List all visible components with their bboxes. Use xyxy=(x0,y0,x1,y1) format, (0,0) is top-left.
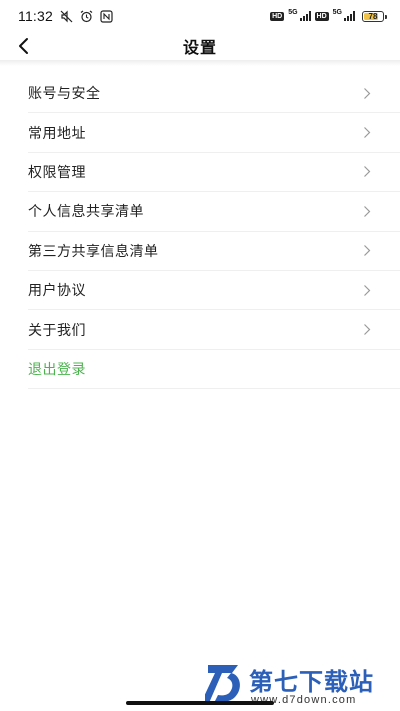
back-button[interactable] xyxy=(12,34,36,58)
logout-button[interactable]: 退出登录 xyxy=(28,350,400,390)
hd-badge: HD xyxy=(270,11,285,21)
status-bar: 11:32 HD 5G HD 5G 78 xyxy=(0,0,400,32)
chevron-right-icon xyxy=(362,244,372,258)
settings-list: 账号与安全 常用地址 权限管理 个人信息共享清单 第三方共享信息清单 用户协议 … xyxy=(28,74,400,390)
settings-item-personal-info-list[interactable]: 个人信息共享清单 xyxy=(28,192,400,232)
settings-item-label: 用户协议 xyxy=(28,283,86,300)
network-label: 5G xyxy=(288,8,298,16)
settings-item-about-us[interactable]: 关于我们 xyxy=(28,310,400,350)
battery-icon: 78 xyxy=(362,10,387,22)
chevron-left-icon xyxy=(19,38,28,54)
nav-bar: 设置 xyxy=(0,32,400,60)
chevron-right-icon xyxy=(362,204,372,218)
chevron-right-icon xyxy=(362,165,372,179)
alarm-icon xyxy=(79,9,93,23)
signal-icon xyxy=(299,11,311,21)
home-indicator[interactable] xyxy=(126,701,274,705)
chevron-right-icon xyxy=(362,323,372,337)
settings-item-label: 关于我们 xyxy=(28,322,86,339)
settings-item-label: 第三方共享信息清单 xyxy=(28,243,159,260)
nfc-icon xyxy=(99,9,113,23)
settings-item-common-address[interactable]: 常用地址 xyxy=(28,113,400,153)
page-title: 设置 xyxy=(182,38,217,57)
status-right: HD 5G HD 5G 78 xyxy=(270,8,387,22)
nav-divider xyxy=(0,60,400,66)
d7-logo-icon xyxy=(205,665,240,703)
settings-item-label: 账号与安全 xyxy=(28,86,101,103)
muted-icon xyxy=(59,9,73,23)
logout-label: 退出登录 xyxy=(28,361,86,378)
status-left: 11:32 xyxy=(18,8,113,24)
settings-item-account-security[interactable]: 账号与安全 xyxy=(28,74,400,114)
chevron-right-icon xyxy=(362,126,372,140)
status-time: 11:32 xyxy=(18,8,53,24)
settings-item-third-party-list[interactable]: 第三方共享信息清单 xyxy=(28,232,400,271)
watermark-title: 第七下载站 xyxy=(249,668,374,696)
network-label-2: 5G xyxy=(332,8,342,16)
signal-icon-2 xyxy=(344,11,355,21)
settings-item-label: 常用地址 xyxy=(28,125,86,142)
battery-tip xyxy=(385,14,387,19)
settings-item-permission-management[interactable]: 权限管理 xyxy=(28,153,400,193)
chevron-right-icon xyxy=(362,283,372,297)
settings-item-label: 权限管理 xyxy=(28,164,86,181)
settings-item-user-agreement[interactable]: 用户协议 xyxy=(28,271,400,311)
battery-level: 78 xyxy=(368,11,378,21)
hd-badge-2: HD xyxy=(314,11,329,21)
settings-item-label: 个人信息共享清单 xyxy=(28,204,144,221)
chevron-right-icon xyxy=(362,86,372,100)
